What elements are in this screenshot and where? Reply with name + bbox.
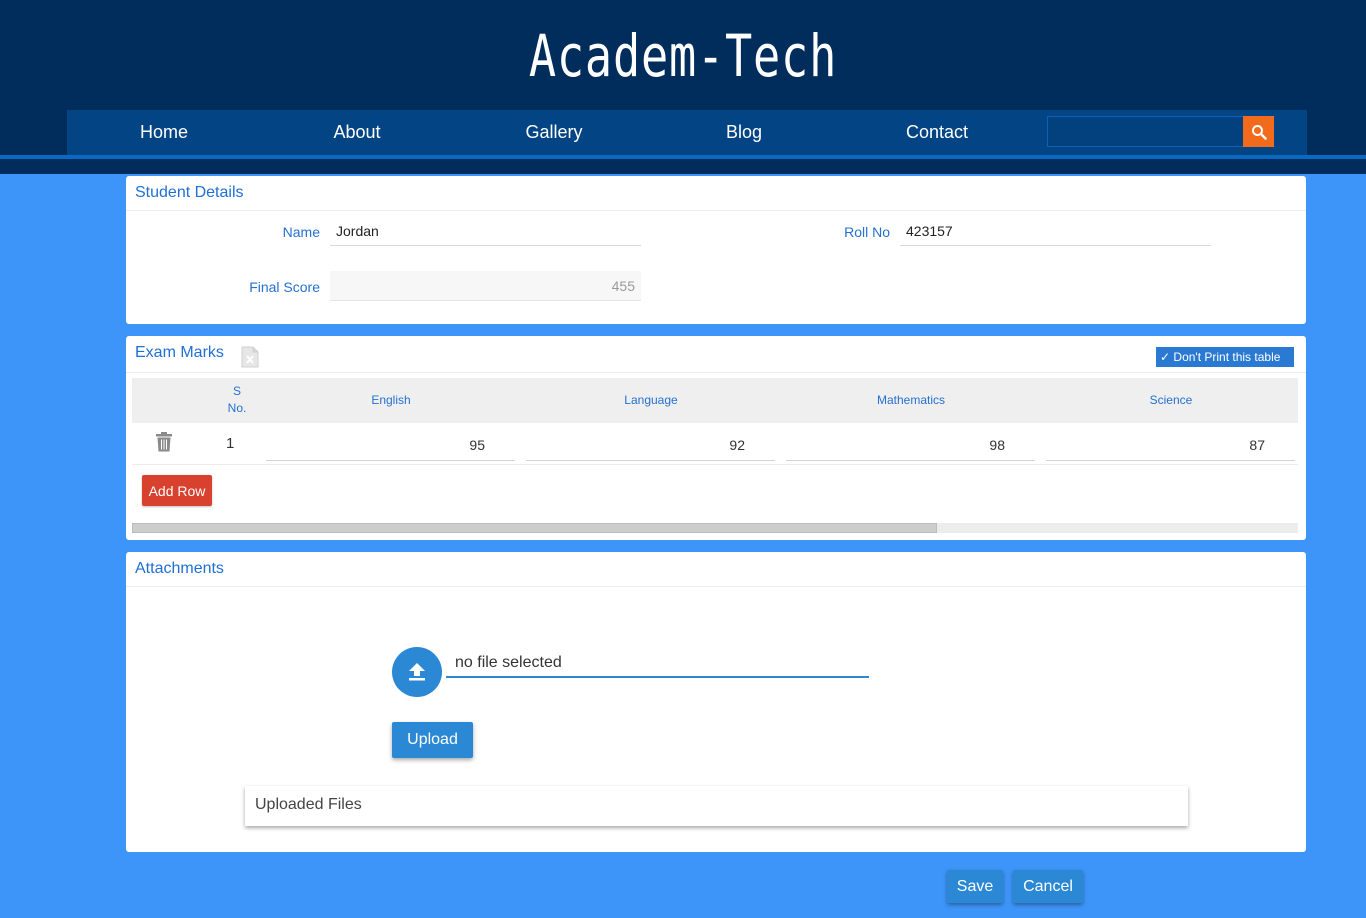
cancel-button[interactable]: Cancel — [1013, 870, 1083, 903]
final-score-label: Final Score — [249, 279, 320, 295]
search-button[interactable] — [1243, 116, 1274, 147]
site-header: Academ-Tech Home About Gallery Blog Cont… — [0, 0, 1366, 174]
table-header: S No. English Language Mathematics Scien… — [132, 378, 1298, 423]
dont-print-toggle[interactable]: ✓ Don't Print this table — [1156, 347, 1294, 367]
column-header-science: Science — [1149, 393, 1193, 407]
site-brand: Academ-Tech — [528, 22, 838, 90]
upload-arrow-icon — [409, 663, 425, 681]
delete-row-icon[interactable] — [155, 432, 173, 452]
search-icon — [1251, 124, 1267, 140]
roll-no-label: Roll No — [844, 224, 890, 240]
nav-about[interactable]: About — [307, 110, 407, 155]
language-mark-field[interactable] — [526, 429, 775, 461]
choose-file-button[interactable] — [392, 647, 442, 697]
file-name-field[interactable]: no file selected — [446, 654, 869, 678]
uploaded-files-panel: Uploaded Files — [245, 786, 1188, 826]
header-divider — [0, 155, 1366, 159]
scrollbar-thumb[interactable] — [132, 523, 937, 533]
panel-title: Exam Marks — [135, 344, 224, 361]
column-header-language: Language — [624, 393, 678, 407]
save-button[interactable]: Save — [947, 870, 1003, 903]
panel-title: Student Details — [135, 184, 244, 201]
add-row-button[interactable]: Add Row — [142, 475, 212, 506]
horizontal-scrollbar[interactable] — [132, 523, 1298, 533]
name-label: Name — [282, 224, 320, 240]
uploaded-files-title: Uploaded Files — [255, 796, 362, 813]
english-mark-field[interactable] — [266, 429, 515, 461]
upload-button[interactable]: Upload — [392, 722, 473, 758]
dont-print-label: Don't Print this table — [1173, 350, 1281, 364]
column-header-sno: S No. — [217, 383, 257, 417]
column-header-sno-line1: S — [232, 384, 241, 398]
row-sno: 1 — [226, 435, 235, 452]
name-field[interactable] — [330, 216, 641, 246]
final-score-field — [330, 271, 641, 301]
nav-gallery[interactable]: Gallery — [504, 110, 604, 155]
export-file-icon[interactable] — [241, 346, 259, 368]
nav-home[interactable]: Home — [114, 110, 214, 155]
panel-divider — [126, 372, 1306, 373]
panel-divider — [126, 586, 1306, 587]
column-header-mathematics: Mathematics — [876, 393, 946, 407]
mathematics-mark-field[interactable] — [786, 429, 1035, 461]
science-mark-field[interactable] — [1046, 429, 1295, 461]
nav-contact[interactable]: Contact — [887, 110, 987, 155]
check-icon: ✓ — [1160, 350, 1171, 364]
student-details-panel: Student Details Name Roll No Final Score — [126, 176, 1306, 324]
attachments-panel: Attachments no file selected Upload Uplo… — [126, 552, 1306, 852]
search-input[interactable] — [1047, 116, 1244, 147]
panel-title: Attachments — [135, 560, 224, 577]
roll-no-field[interactable] — [900, 216, 1211, 246]
column-header-sno-line2: No. — [227, 401, 247, 415]
row-divider — [132, 464, 1298, 465]
nav-blog[interactable]: Blog — [694, 110, 794, 155]
column-header-english: English — [371, 393, 411, 407]
panel-divider — [126, 210, 1306, 211]
exam-marks-panel: Exam Marks ✓ Don't Print this table S No… — [126, 336, 1306, 540]
